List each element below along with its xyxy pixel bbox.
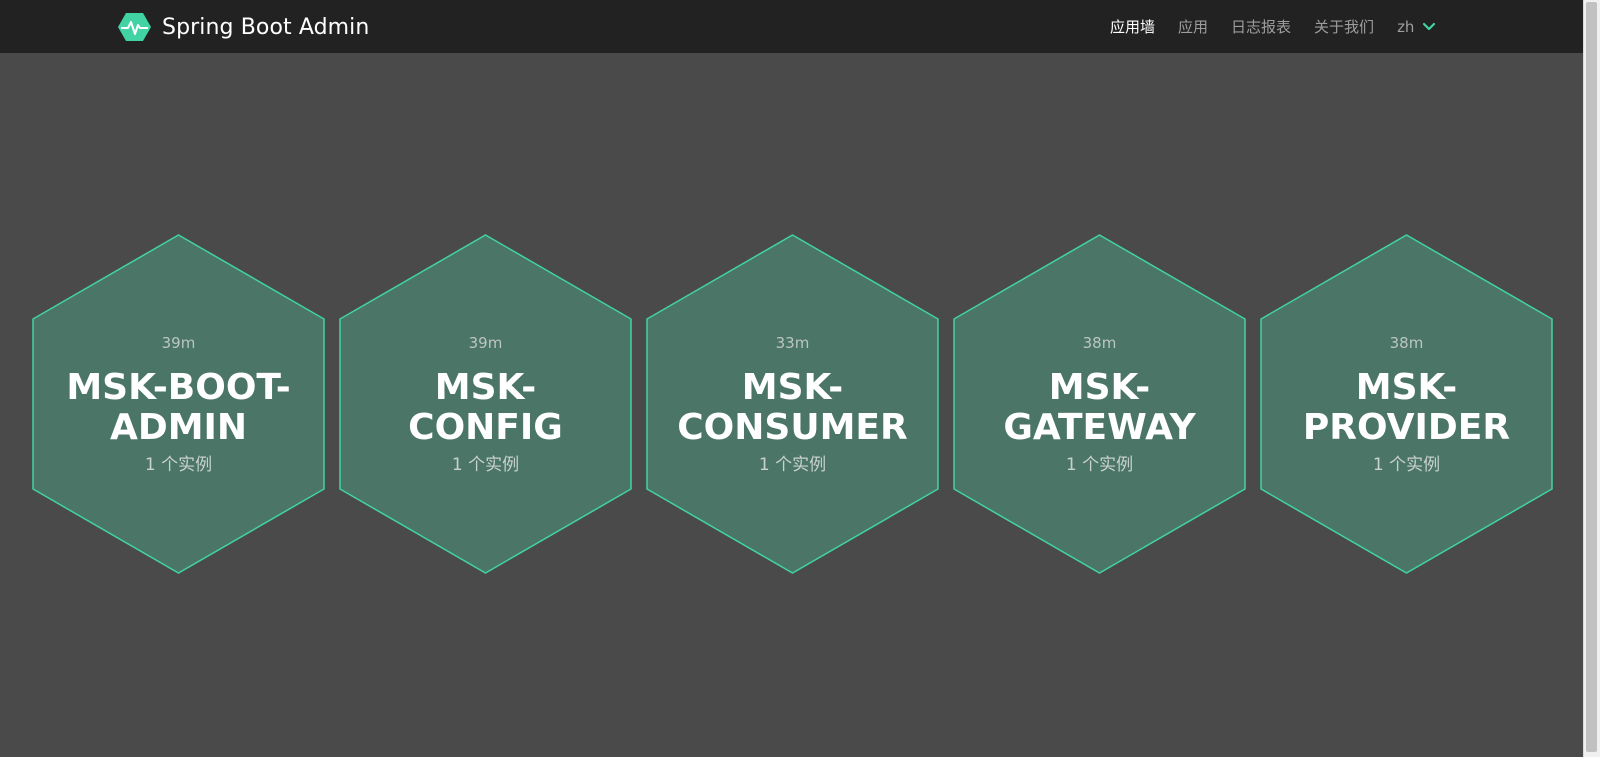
application-uptime: 38m <box>1389 333 1424 352</box>
application-name: MSK- PROVIDER <box>1302 366 1511 448</box>
application-hex-msk-config[interactable]: 39m MSK- CONFIG 1 个实例 <box>338 234 633 574</box>
application-hex-msk-gateway[interactable]: 38m MSK- GATEWAY 1 个实例 <box>952 234 1247 574</box>
brand-title: Spring Boot Admin <box>162 14 370 40</box>
application-name: MSK-BOOT- ADMIN <box>66 366 291 448</box>
application-instance-count: 1 个实例 <box>144 454 213 475</box>
application-name: MSK- CONFIG <box>408 366 563 448</box>
language-label: zh <box>1397 17 1415 36</box>
nav-item-applications-wall[interactable]: 应用墙 <box>1110 16 1155 37</box>
application-hex-msk-boot-admin[interactable]: 39m MSK-BOOT- ADMIN 1 个实例 <box>31 234 326 574</box>
brand[interactable]: Spring Boot Admin <box>118 11 369 43</box>
application-hex-msk-provider[interactable]: 38m MSK- PROVIDER 1 个实例 <box>1259 234 1554 574</box>
vertical-scrollbar[interactable] <box>1583 0 1600 757</box>
scrollbar-thumb[interactable] <box>1586 2 1597 752</box>
spring-boot-admin-logo-icon <box>118 13 151 41</box>
main-nav: 应用墙 应用 日志报表 关于我们 zh <box>1110 0 1436 53</box>
application-hex-msk-consumer[interactable]: 33m MSK- CONSUMER 1 个实例 <box>645 234 940 574</box>
nav-item-applications[interactable]: 应用 <box>1178 16 1208 37</box>
application-instance-count: 1 个实例 <box>1372 454 1441 475</box>
application-uptime: 38m <box>1082 333 1117 352</box>
application-instance-count: 1 个实例 <box>1065 454 1134 475</box>
application-name: MSK- GATEWAY <box>1003 366 1196 448</box>
application-uptime: 39m <box>468 333 503 352</box>
application-name: MSK- CONSUMER <box>677 366 908 448</box>
applications-wall: 39m MSK-BOOT- ADMIN 1 个实例 39m MSK- CONFI… <box>0 53 1583 757</box>
top-navbar: Spring Boot Admin 应用墙 应用 日志报表 关于我们 zh <box>0 0 1583 53</box>
language-selector[interactable]: zh <box>1397 18 1436 36</box>
application-instance-count: 1 个实例 <box>758 454 827 475</box>
application-uptime: 33m <box>775 333 810 352</box>
chevron-down-icon <box>1423 22 1436 30</box>
application-uptime: 39m <box>161 333 196 352</box>
nav-item-log-reports[interactable]: 日志报表 <box>1231 16 1291 37</box>
application-instance-count: 1 个实例 <box>451 454 520 475</box>
nav-item-about-us[interactable]: 关于我们 <box>1314 16 1374 37</box>
